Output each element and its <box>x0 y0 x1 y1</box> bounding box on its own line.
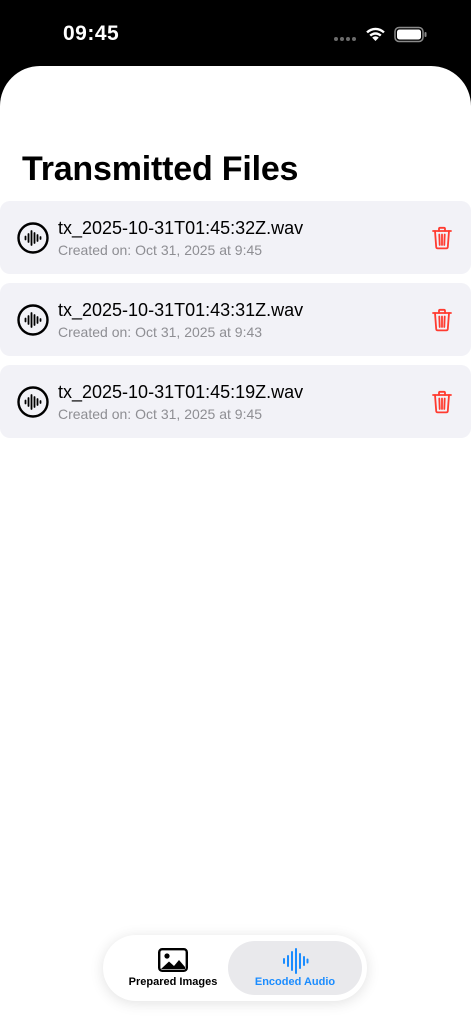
file-name: tx_2025-10-31T01:45:32Z.wav <box>58 218 304 238</box>
tab-label: Prepared Images <box>128 976 218 988</box>
photo-icon <box>158 948 188 972</box>
file-created-date: Created on: Oct 31, 2025 at 9:43 <box>58 324 262 340</box>
list-item[interactable]: tx_2025-10-31T01:43:31Z.wav Created on: O… <box>0 283 471 356</box>
file-created-date: Created on: Oct 31, 2025 at 9:45 <box>58 406 262 422</box>
waveform-circle-icon <box>17 386 49 418</box>
tab-prepared-images[interactable]: Prepared Images <box>109 941 237 995</box>
waveform-circle-icon <box>17 222 49 254</box>
created-date: Oct 31, 2025 at 9:45 <box>135 242 263 258</box>
tab-label: Encoded Audio <box>254 976 336 988</box>
created-prefix: Created on: <box>58 324 132 340</box>
status-time: 09:45 <box>63 22 120 45</box>
file-name: tx_2025-10-31T01:43:31Z.wav <box>58 300 304 320</box>
wifi-icon <box>366 27 385 41</box>
list-item[interactable]: tx_2025-10-31T01:45:32Z.wav Created on: O… <box>0 201 471 274</box>
trash-icon[interactable] <box>431 226 453 250</box>
status-bar: 09:45 <box>0 0 471 68</box>
trash-icon[interactable] <box>431 308 453 332</box>
waveform-icon <box>283 948 309 974</box>
battery-icon <box>394 26 427 43</box>
content-sheet: Transmitted Files tx_2025-10-31T01:45:32… <box>0 66 471 1024</box>
created-date: Oct 31, 2025 at 9:43 <box>135 324 263 340</box>
tab-encoded-audio[interactable]: Encoded Audio <box>228 941 362 995</box>
waveform-circle-icon <box>17 304 49 336</box>
cellular-signal-icon <box>334 37 358 43</box>
created-date: Oct 31, 2025 at 9:45 <box>135 406 263 422</box>
created-prefix: Created on: <box>58 242 132 258</box>
file-list: tx_2025-10-31T01:45:32Z.wav Created on: O… <box>0 201 471 438</box>
page-title: Transmitted Files <box>22 150 299 188</box>
tab-bar: Prepared Images Encoded Audio <box>103 935 367 1001</box>
file-name: tx_2025-10-31T01:45:19Z.wav <box>58 382 304 402</box>
file-created-date: Created on: Oct 31, 2025 at 9:45 <box>58 242 262 258</box>
trash-icon[interactable] <box>431 390 453 414</box>
created-prefix: Created on: <box>58 406 132 422</box>
list-item[interactable]: tx_2025-10-31T01:45:19Z.wav Created on: O… <box>0 365 471 438</box>
